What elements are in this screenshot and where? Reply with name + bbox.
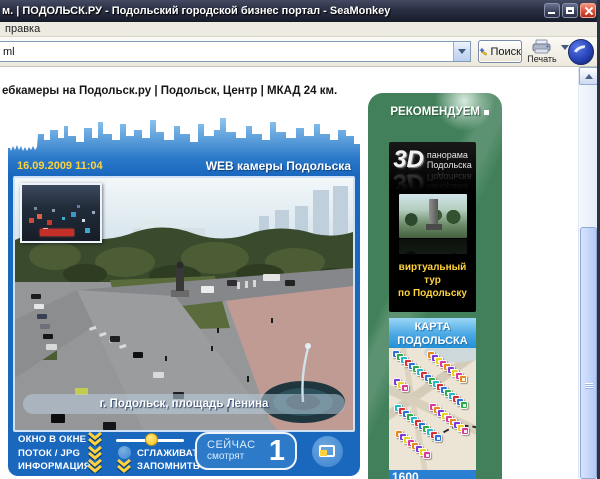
picture-in-picture-icon bbox=[319, 445, 335, 457]
printer-icon bbox=[531, 39, 553, 54]
close-button[interactable] bbox=[580, 3, 596, 18]
chevron-double-down-icon bbox=[86, 459, 104, 473]
map-poi-icon bbox=[461, 427, 469, 435]
url-dropdown-button[interactable] bbox=[453, 42, 470, 61]
viewers-now-box: СЕЙЧАС смотрят 1 bbox=[195, 432, 297, 470]
virtual-tour-link[interactable]: виртуальный тур по Подольску bbox=[389, 261, 476, 300]
webcam-panel: 16.09.2009 11:04 WEB камеры Подольска bbox=[8, 156, 360, 476]
map-counter-strip: 1600 bbox=[389, 470, 476, 479]
banner-3d-line2: Подольска bbox=[427, 160, 472, 170]
map-poi-icon bbox=[460, 401, 468, 409]
recommend-dot bbox=[484, 110, 489, 115]
control-label-stream-jpg: ПОТОК / JPG bbox=[18, 448, 80, 459]
minimize-button[interactable] bbox=[544, 3, 560, 18]
chevron-double-down-icon bbox=[86, 432, 104, 446]
webcam-datetime: 16.09.2009 11:04 bbox=[17, 160, 103, 172]
seamonkey-throbber-icon[interactable] bbox=[568, 39, 594, 65]
chevron-double-down-icon bbox=[115, 459, 133, 473]
recommend-header: РЕКОМЕНДУЕМ bbox=[368, 106, 489, 118]
chevron-down-icon bbox=[458, 49, 466, 54]
banner-3d-line1: панорама bbox=[427, 150, 472, 160]
banner-3d-logo: 3D панорама Подольска bbox=[389, 142, 476, 172]
remember-toggle-button[interactable] bbox=[115, 459, 133, 473]
opacity-slider-knob[interactable] bbox=[145, 433, 158, 446]
information-toggle-button[interactable] bbox=[86, 459, 104, 473]
webcam-panel-title: WEB камеры Подольска bbox=[206, 159, 351, 173]
pip-red-sign bbox=[40, 229, 74, 236]
scrollbar-grip bbox=[585, 383, 593, 391]
fullscreen-button[interactable] bbox=[312, 436, 343, 467]
virtual-tour-line1: виртуальный тур bbox=[389, 261, 476, 287]
search-button[interactable]: Поиск bbox=[478, 40, 522, 63]
control-label-remember: ЗАПОМНИТЬ bbox=[137, 461, 200, 472]
virtual-tour-line2: по Подольску bbox=[389, 287, 476, 300]
map-poi-icon bbox=[401, 384, 409, 392]
viewers-count: 1 bbox=[269, 435, 285, 468]
stream-jpg-toggle-button[interactable] bbox=[86, 446, 104, 460]
picture-in-picture-inset[interactable] bbox=[20, 183, 102, 243]
minimize-icon bbox=[548, 12, 555, 14]
map-image bbox=[389, 348, 476, 470]
page-content: ебкамеры на Подольск.ру | Подольск, Цент… bbox=[0, 67, 578, 479]
print-button[interactable]: Печать bbox=[524, 39, 560, 64]
banner-3d-big-text: 3D bbox=[393, 148, 424, 172]
banner-podolsk-map[interactable]: КАРТА ПОДОЛЬСКА 1600 bbox=[389, 318, 476, 479]
url-box bbox=[0, 41, 471, 62]
scrollbar-up-button[interactable] bbox=[579, 67, 598, 85]
map-banner-header: КАРТА ПОДОЛЬСКА bbox=[389, 318, 476, 348]
viewers-line1: СЕЙЧАС bbox=[207, 439, 256, 451]
print-button-label: Печать bbox=[527, 54, 556, 64]
scrollbar-thumb[interactable] bbox=[580, 227, 597, 479]
menu-bar: правка bbox=[0, 22, 600, 37]
navigation-toolbar: Поиск Печать bbox=[0, 37, 600, 67]
search-icon bbox=[479, 45, 488, 58]
city-skyline-graphic bbox=[8, 114, 360, 158]
browser-window: м. | ПОДОЛЬСК.РУ - Подольский городской … bbox=[0, 0, 600, 479]
throbber-swoosh bbox=[571, 43, 592, 62]
banner-3d-photo bbox=[399, 194, 467, 238]
webcam-video-frame[interactable]: г. Подольск, площадь Ленина bbox=[13, 176, 355, 432]
vertical-scrollbar[interactable] bbox=[578, 67, 597, 479]
banner-3d-panorama[interactable]: 3D панорама Подольска 3D панорама Подоль… bbox=[389, 142, 476, 312]
map-header-line1: КАРТА bbox=[389, 320, 476, 334]
map-header-line2: ПОДОЛЬСКА bbox=[389, 334, 476, 348]
control-label-information: ИНФОРМАЦИЯ bbox=[18, 461, 91, 472]
window-title: м. | ПОДОЛЬСК.РУ - Подольский городской … bbox=[2, 5, 390, 17]
pip-night-lights bbox=[22, 185, 25, 188]
banner-3d-photo-reflection bbox=[399, 239, 467, 254]
banner-3d-logo-reflection: 3D панорама Подольска bbox=[389, 172, 476, 194]
search-button-label: Поиск bbox=[491, 46, 521, 58]
recommend-sidebar: РЕКОМЕНДУЕМ 3D панорама Подольска 3D пан… bbox=[368, 93, 502, 479]
title-bar[interactable]: м. | ПОДОЛЬСК.РУ - Подольский городской … bbox=[0, 0, 600, 22]
url-input[interactable] bbox=[0, 42, 453, 61]
control-label-window-in-window: ОКНО В ОКНЕ bbox=[18, 434, 86, 445]
viewers-line2: смотрят bbox=[207, 451, 256, 463]
maximize-button[interactable] bbox=[562, 3, 578, 18]
map-poi-icon bbox=[423, 451, 431, 459]
webcam-caption: г. Подольск, площадь Ленина bbox=[23, 394, 345, 414]
map-poi-icon bbox=[434, 434, 442, 442]
maximize-icon bbox=[566, 7, 574, 14]
menu-item-edit[interactable]: правка bbox=[5, 23, 40, 35]
chevron-up-icon bbox=[585, 74, 593, 79]
window-in-window-toggle-button[interactable] bbox=[86, 432, 104, 446]
webcam-panel-header: 16.09.2009 11:04 WEB камеры Подольска bbox=[8, 156, 360, 176]
map-poi-icon bbox=[459, 375, 467, 383]
recommend-label: РЕКОМЕНДУЕМ bbox=[390, 106, 480, 118]
page-title: ебкамеры на Подольск.ру | Подольск, Цент… bbox=[2, 85, 337, 97]
chevron-double-down-icon bbox=[86, 446, 104, 460]
smooth-radio-button[interactable] bbox=[118, 446, 131, 459]
